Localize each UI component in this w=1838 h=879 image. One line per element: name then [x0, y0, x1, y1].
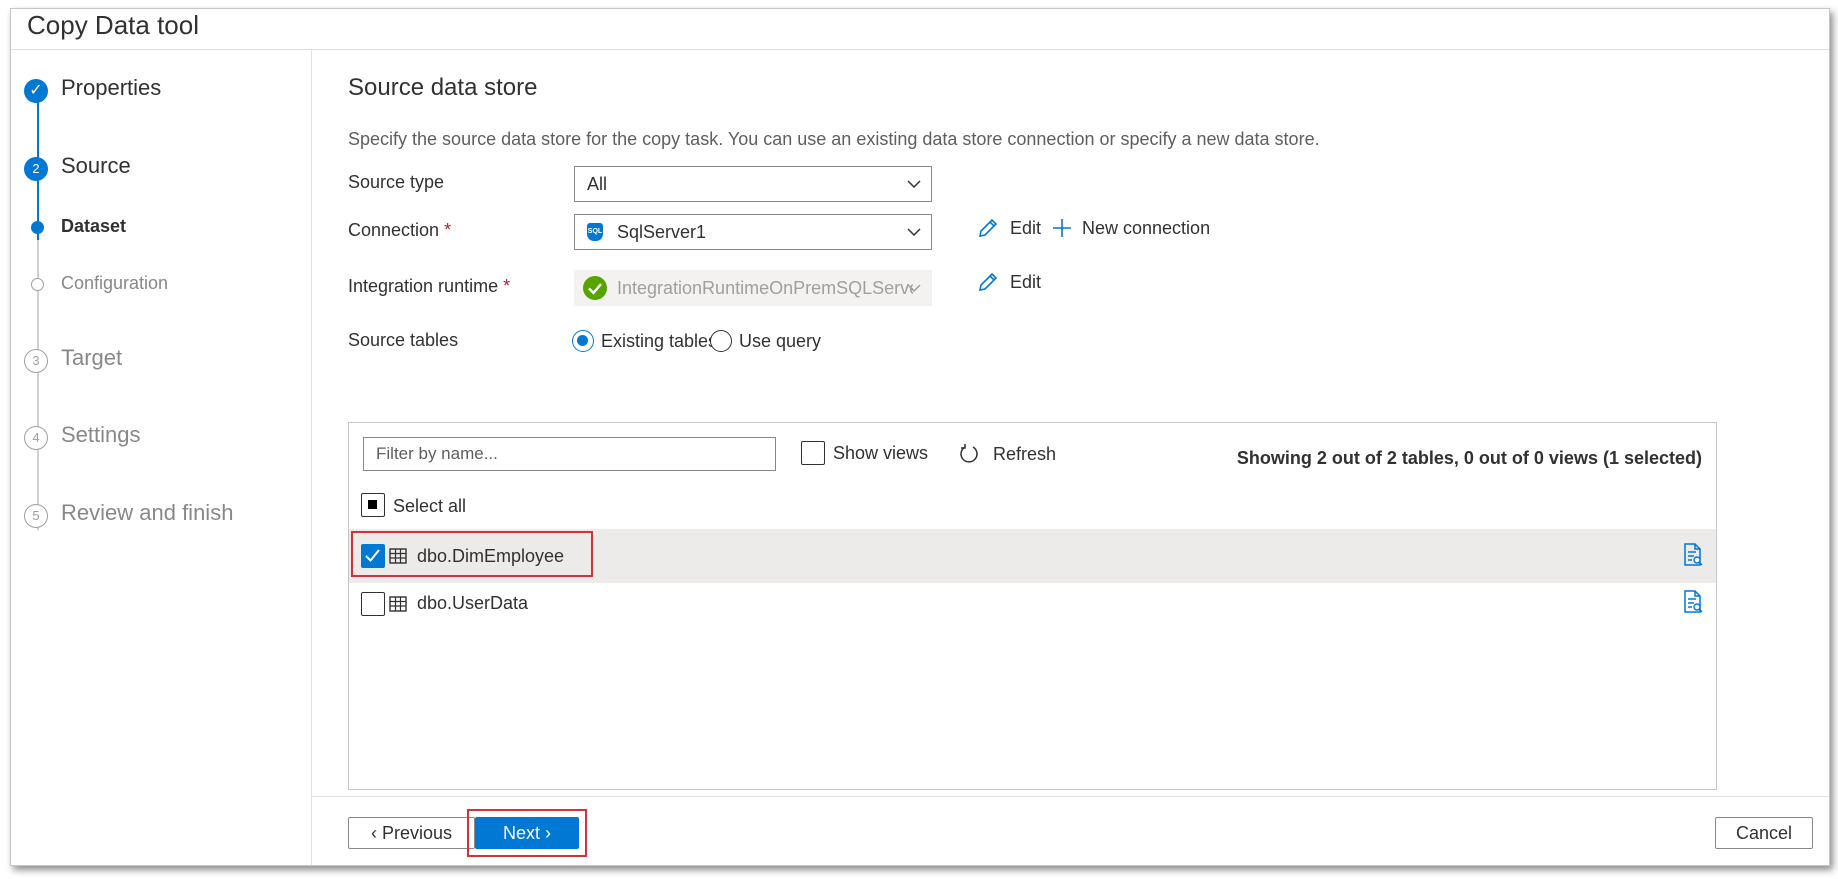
table-row[interactable]: dbo.UserData [349, 583, 1716, 637]
plus-icon [1053, 219, 1071, 237]
connection-label-text: Connection [348, 220, 440, 240]
previous-button[interactable]: ‹ Previous [348, 817, 475, 849]
table-grid-icon [389, 596, 407, 612]
pending-dot-icon [31, 278, 44, 291]
main-content: Source data store Specify the source dat… [312, 50, 1829, 865]
show-views-label: Show views [833, 443, 929, 463]
refresh-icon [960, 444, 978, 463]
title-bar: Copy Data tool [11, 9, 1829, 50]
step-number: 5 [24, 504, 48, 528]
chevron-left-icon: ‹ [370, 823, 382, 843]
step-number: 2 [24, 157, 48, 181]
step-label: Source [61, 153, 131, 178]
required-marker: * [444, 220, 452, 240]
step-label: Settings [61, 422, 141, 447]
cancel-button[interactable]: Cancel [1715, 817, 1813, 849]
integration-runtime-value: IntegrationRuntimeOnPremSQLServer [617, 278, 913, 298]
preview-data-icon[interactable] [1682, 589, 1704, 615]
copy-data-tool-window: Copy Data tool ✓ Properties 2 Source Dat… [10, 8, 1830, 866]
step-label: Review and finish [61, 500, 234, 525]
page-description: Specify the source data store for the co… [348, 129, 1320, 149]
show-views-checkbox[interactable] [801, 441, 825, 465]
connection-dropdown[interactable]: SQL SqlServer1 [574, 214, 932, 250]
step-review-and-finish[interactable]: 5 Review and finish [11, 496, 311, 536]
success-check-icon [583, 276, 607, 300]
selection-summary: Showing 2 out of 2 tables, 0 out of 0 vi… [1236, 448, 1702, 468]
pencil-icon [978, 218, 998, 238]
source-type-value: All [587, 174, 608, 194]
wizard-steps-panel: ✓ Properties 2 Source Dataset Configurat… [11, 50, 312, 865]
substep-configuration[interactable]: Configuration [11, 270, 311, 300]
existing-tables-radio[interactable] [572, 330, 594, 352]
step-number: 3 [24, 349, 48, 373]
required-marker: * [503, 276, 511, 296]
sql-server-icon: SQL [587, 223, 603, 241]
refresh-label: Refresh [993, 444, 1057, 464]
integration-runtime-dropdown: IntegrationRuntimeOnPremSQLServer [574, 270, 932, 306]
integration-runtime-label: Integration runtime * [348, 276, 510, 297]
step-number: 4 [24, 426, 48, 450]
source-type-label: Source type [348, 172, 445, 192]
highlight-frame [467, 809, 587, 857]
step-settings[interactable]: 4 Settings [11, 418, 311, 458]
window-title: Copy Data tool [27, 10, 199, 40]
row-checkbox[interactable] [361, 592, 385, 616]
table-selection-panel: Show views Refresh Showing 2 out of 2 ta… [348, 422, 1717, 790]
previous-label: Previous [381, 823, 453, 843]
table-name: dbo.UserData [417, 593, 529, 613]
wizard-footer: ‹ Previous Next › Cancel [312, 796, 1829, 865]
edit-label: Edit [1010, 272, 1042, 292]
select-all-checkbox[interactable] [361, 493, 385, 517]
step-label: Properties [61, 75, 162, 100]
select-all-label: Select all [393, 496, 467, 516]
connection-label: Connection * [348, 220, 451, 241]
edit-label: Edit [1010, 218, 1042, 238]
page-title: Source data store [348, 74, 538, 101]
pencil-icon [978, 272, 998, 292]
use-query-label: Use query [739, 331, 822, 351]
new-connection-label: New connection [1082, 218, 1211, 238]
filter-by-name-input[interactable] [363, 437, 776, 471]
use-query-radio[interactable] [710, 330, 732, 352]
chevron-down-icon [907, 228, 921, 237]
highlight-frame [351, 531, 593, 577]
preview-data-icon[interactable] [1682, 542, 1704, 568]
connection-value: SqlServer1 [617, 222, 707, 242]
cancel-label: Cancel [1735, 823, 1793, 843]
existing-tables-label: Existing tables [601, 331, 718, 351]
step-properties[interactable]: ✓ Properties [11, 71, 311, 111]
integration-runtime-label-text: Integration runtime [348, 276, 499, 296]
checkmark-icon: ✓ [24, 79, 48, 103]
substep-label: Dataset [61, 216, 127, 236]
step-label: Target [61, 345, 123, 370]
substep-dataset[interactable]: Dataset [11, 213, 311, 243]
step-source[interactable]: 2 Source [11, 149, 311, 189]
substep-label: Configuration [61, 273, 169, 293]
chevron-down-icon [907, 284, 921, 293]
active-dot-icon [31, 221, 44, 234]
chevron-down-icon [907, 180, 921, 189]
source-type-dropdown[interactable]: All [574, 166, 932, 202]
source-tables-label: Source tables [348, 330, 459, 350]
step-target[interactable]: 3 Target [11, 341, 311, 381]
